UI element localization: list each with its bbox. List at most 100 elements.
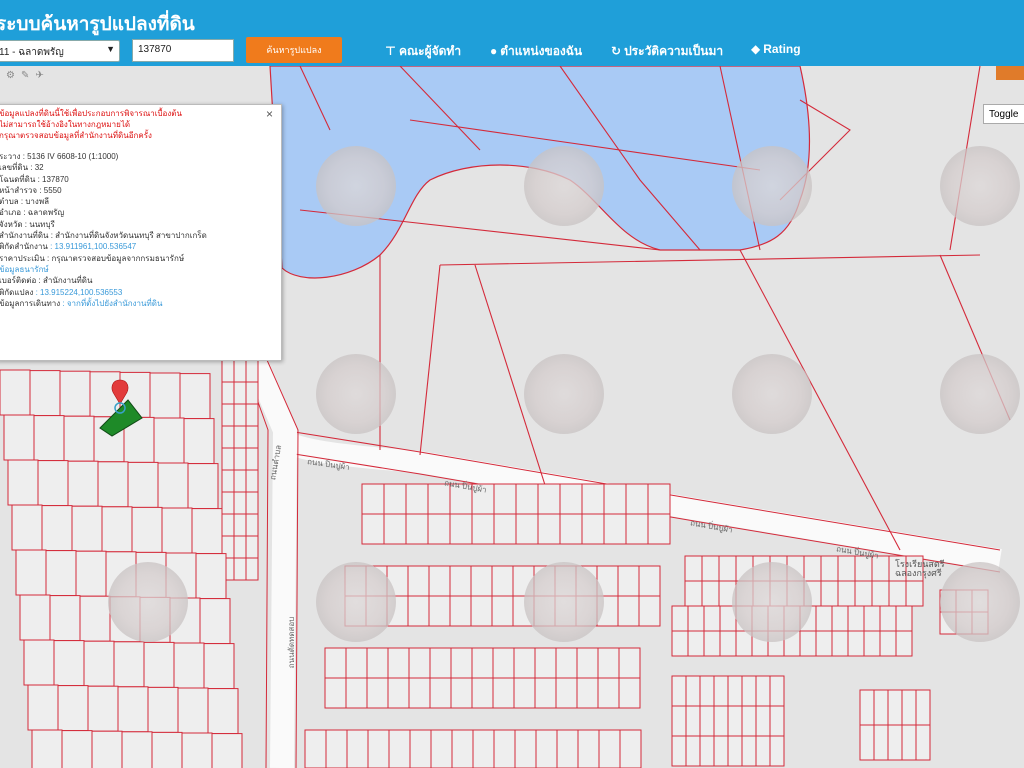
land-parcel <box>803 555 822 582</box>
land-parcel <box>895 630 913 657</box>
land-parcel <box>847 605 865 632</box>
nav-rating[interactable]: ◆ Rating <box>751 42 801 56</box>
popup-row-link[interactable]: : 13.915224,100.536553 <box>36 288 123 297</box>
land-parcel <box>221 381 235 405</box>
nav-history[interactable]: ↻ ประวัติความเป็นมา <box>611 42 723 61</box>
land-parcel <box>428 595 451 627</box>
land-parcel <box>345 677 368 709</box>
land-parcel <box>324 677 347 709</box>
land-parcel <box>245 513 259 537</box>
land-parcel <box>671 705 687 737</box>
tag-icon: ◆ <box>751 42 761 56</box>
land-parcel <box>203 643 235 690</box>
land-parcel <box>685 675 701 707</box>
land-parcel <box>515 513 539 545</box>
land-parcel <box>450 647 473 679</box>
land-parcel <box>684 580 703 607</box>
land-parcel <box>211 733 243 768</box>
popup-row-value: : กรุณาตรวจสอบข้อมูลจากกรมธนารักษ์ <box>47 253 185 263</box>
search-parcel-button[interactable]: ค้นหารูปแปลง <box>246 37 342 63</box>
corner-badge[interactable] <box>996 66 1024 80</box>
land-parcel <box>492 647 515 679</box>
land-parcel <box>769 735 785 767</box>
land-parcel <box>245 381 259 405</box>
land-parcel <box>699 735 715 767</box>
watermark-logo <box>732 354 812 434</box>
land-parcel <box>859 724 875 761</box>
land-parcel <box>428 565 451 597</box>
land-parcel <box>366 677 389 709</box>
land-parcel <box>33 415 65 462</box>
person-icon: ● <box>490 44 498 58</box>
land-parcel <box>470 565 493 597</box>
land-parcel <box>534 647 557 679</box>
popup-row-link[interactable]: ข้อมูลธนารักษ์ <box>0 265 49 274</box>
land-parcel <box>427 513 451 545</box>
land-parcel <box>67 460 99 507</box>
parcel-number-input[interactable]: 137870 <box>132 39 234 62</box>
land-parcel <box>515 483 539 515</box>
land-parcel <box>895 605 913 632</box>
land-parcel <box>513 647 536 679</box>
land-parcel <box>450 677 473 709</box>
popup-row-label: หน้าสำรวจ <box>0 185 40 195</box>
popup-row-link[interactable]: : จากที่ตั้งไปยังสำนักงานที่ดิน <box>62 299 162 308</box>
land-parcel <box>472 729 495 768</box>
watermark-logo <box>940 354 1020 434</box>
land-parcel <box>233 425 247 449</box>
land-parcel <box>534 677 557 709</box>
land-parcel <box>233 359 247 383</box>
close-icon[interactable]: × <box>266 107 273 121</box>
popup-row-label: อำเภอ <box>0 208 24 218</box>
popup-row-value: : 32 <box>30 163 44 173</box>
land-parcel <box>727 705 743 737</box>
land-parcel <box>233 491 247 515</box>
land-parcel <box>233 447 247 471</box>
land-parcel <box>617 595 640 627</box>
land-parcel <box>361 513 385 545</box>
land-parcel <box>837 580 856 607</box>
land-parcel <box>233 557 247 581</box>
land-parcel <box>619 729 642 768</box>
popup-row: หน้าสำรวจ : 5550 <box>0 185 281 196</box>
gear-icon[interactable]: ⚙ <box>6 70 21 81</box>
chevron-down-icon: ▼ <box>106 44 115 54</box>
land-parcel <box>23 639 55 686</box>
land-parcel <box>407 565 430 597</box>
land-parcel <box>559 483 583 515</box>
land-parcel <box>493 729 516 768</box>
popup-row-label: ข้อมูลการเดินทาง <box>0 298 63 308</box>
nav-team-label: คณะผู้จัดทำ <box>398 44 462 58</box>
land-parcel <box>405 513 429 545</box>
land-parcel <box>113 641 145 688</box>
bird-icon[interactable]: ✈ <box>35 70 49 81</box>
land-parcel <box>727 735 743 767</box>
province-select[interactable]: 11 - ฉลาดพรัญ ▼ <box>0 40 120 62</box>
land-parcel <box>577 729 600 768</box>
parcel-info-popup: × ข้อมูลแปลงที่ดินนี้ใช้เพื่อประกอบการพิ… <box>0 104 282 361</box>
land-parcel <box>618 677 641 709</box>
nav-my-location[interactable]: ● ตำแหน่งของฉัน <box>490 42 582 61</box>
parcel-block-h <box>859 689 931 761</box>
land-parcel <box>383 483 407 515</box>
watermark-logo <box>316 354 396 434</box>
land-parcel <box>713 705 729 737</box>
land-parcel <box>854 580 873 607</box>
land-parcel <box>879 630 897 657</box>
land-parcel <box>820 580 839 607</box>
land-parcel <box>871 580 890 607</box>
land-parcel <box>831 605 849 632</box>
tool-icon[interactable]: ✎ <box>21 70 35 81</box>
land-parcel <box>383 513 407 545</box>
toggle-button[interactable]: Toggle <box>983 104 1024 124</box>
land-parcel <box>87 685 119 732</box>
land-parcel <box>815 605 833 632</box>
nav-team[interactable]: ⊤ คณะผู้จัดทำ <box>385 42 461 61</box>
popup-row: อำเภอ : ฉลาดพรัญ <box>0 207 281 218</box>
land-parcel <box>859 689 875 726</box>
land-parcel <box>831 630 849 657</box>
popup-row-link[interactable]: : 13.911961,100.536547 <box>50 242 136 251</box>
land-parcel <box>556 729 579 768</box>
land-parcel <box>755 735 771 767</box>
land-parcel <box>409 729 432 768</box>
